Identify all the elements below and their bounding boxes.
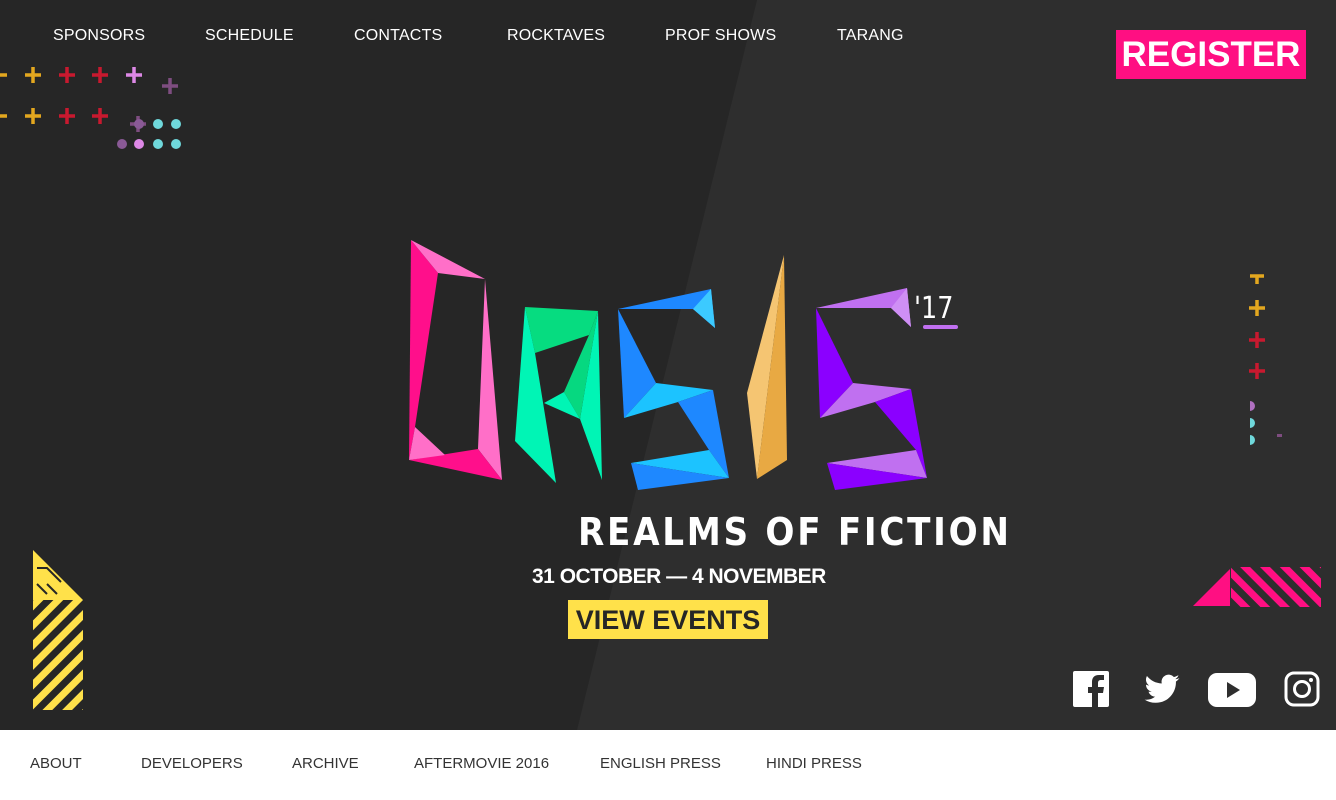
footer-nav: ABOUT DEVELOPERS ARCHIVE AFTERMOVIE 2016…: [0, 730, 1336, 800]
view-events-button[interactable]: VIEW EVENTS: [568, 600, 768, 639]
footer-aftermovie[interactable]: AFTERMOVIE 2016: [414, 755, 549, 772]
youtube-icon[interactable]: [1208, 670, 1256, 708]
logo-letter-o: [409, 240, 502, 480]
footer-english-press[interactable]: ENGLISH PRESS: [600, 755, 721, 772]
logo-letter-a: [515, 307, 602, 483]
twitter-icon[interactable]: [1143, 670, 1181, 708]
oasis-logo: '17: [409, 240, 958, 490]
instagram-icon[interactable]: [1284, 670, 1320, 708]
footer-about[interactable]: ABOUT: [30, 755, 82, 772]
tagline: REALMS OF FICTION: [578, 510, 1012, 554]
footer-hindi-press[interactable]: HINDI PRESS: [766, 755, 862, 772]
event-dates: 31 OCTOBER — 4 NOVEMBER: [532, 565, 826, 588]
footer-archive[interactable]: ARCHIVE: [292, 755, 359, 772]
logo-letter-i: [747, 255, 787, 479]
facebook-icon[interactable]: [1073, 670, 1109, 708]
footer-developers[interactable]: DEVELOPERS: [141, 755, 243, 772]
register-button[interactable]: REGISTER: [1116, 30, 1306, 79]
logo-letter-s2: [816, 288, 927, 490]
logo-letter-s: [618, 289, 729, 490]
logo-year: '17: [914, 290, 953, 326]
